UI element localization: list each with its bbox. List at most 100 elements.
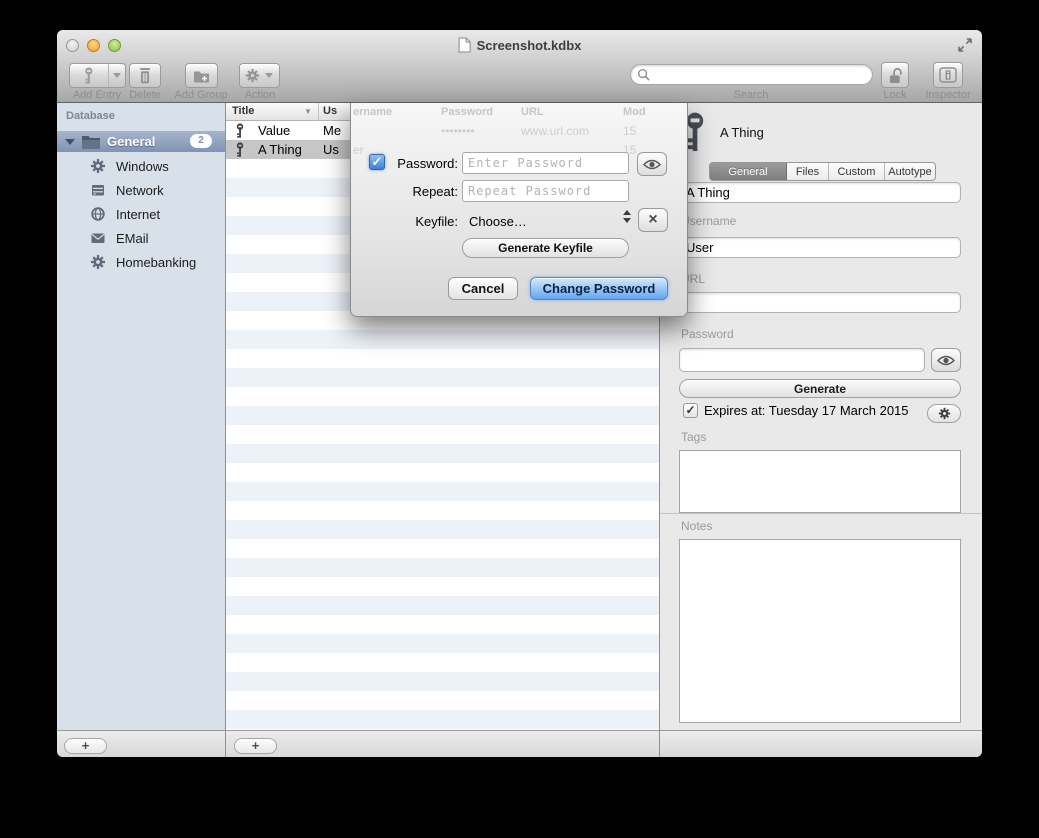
sidebar-item-email[interactable]: EMail (57, 228, 225, 248)
password-checkbox[interactable]: ✓ (369, 154, 385, 170)
change-password-sheet: ername Password URL Mod •••••••• www.url… (350, 103, 688, 317)
entry-count-badge: 2 (190, 134, 212, 148)
column-username[interactable]: Us (323, 105, 337, 117)
row-username: Me (323, 123, 341, 138)
gear-icon (938, 407, 951, 420)
inspector-label: Inspector (918, 89, 978, 101)
key-icon (236, 123, 244, 139)
password-input[interactable] (462, 152, 629, 174)
delete-label: Delete (127, 89, 163, 101)
disclosure-triangle-icon[interactable] (65, 139, 75, 145)
show-password-button[interactable] (931, 348, 961, 372)
key-icon (83, 67, 95, 85)
show-password-button[interactable] (637, 152, 667, 176)
repeat-input[interactable] (462, 180, 629, 202)
chevron-down-icon (113, 73, 121, 78)
faded-password-header: Password (441, 106, 493, 118)
add-entry-plus-button[interactable]: + (234, 738, 277, 754)
sidebar-item-windows[interactable]: Windows (57, 156, 225, 176)
fullscreen-icon[interactable] (958, 38, 972, 52)
tab-autotype[interactable]: Autotype (885, 163, 935, 180)
expires-checkbox[interactable]: ✓ (683, 403, 698, 418)
row-title: A Thing (258, 142, 302, 157)
key-icon (236, 142, 244, 158)
clear-keyfile-button[interactable]: × (638, 208, 668, 232)
faded-modified-header: Mod (623, 106, 646, 118)
section-divider (660, 513, 982, 514)
cancel-button[interactable]: Cancel (448, 277, 518, 300)
password-label: Password: (387, 156, 458, 171)
window-title-group: Screenshot.kdbx (458, 37, 582, 53)
sidebar-header: Database (66, 110, 115, 122)
change-password-button[interactable]: Change Password (530, 277, 668, 300)
tab-custom[interactable]: Custom (829, 163, 885, 180)
tab-general[interactable]: General (710, 163, 787, 180)
bottom-bar: + + (57, 730, 982, 757)
gear-icon (90, 254, 106, 270)
folder-plus-icon (193, 69, 210, 83)
generate-password-button[interactable]: Generate (679, 379, 961, 398)
minimize-button[interactable] (87, 39, 100, 52)
add-group-label: Add Group (167, 89, 235, 101)
sidebar-item-label: Network (116, 183, 164, 198)
keyfile-popup[interactable]: Choose… (469, 214, 527, 229)
title-field[interactable] (679, 182, 961, 203)
inspector-button[interactable] (933, 62, 963, 88)
lock-label: Lock (875, 89, 915, 101)
inspector-tabs: General Files Custom Autotype (709, 162, 936, 181)
folder-icon (81, 134, 101, 149)
server-icon (90, 182, 106, 198)
add-entry-dropdown[interactable] (108, 64, 125, 87)
close-button[interactable] (66, 39, 79, 52)
notes-label: Notes (681, 519, 712, 533)
action-dropdown[interactable] (260, 64, 278, 87)
row-title: Value (258, 123, 290, 138)
sidebar-item-label: Homebanking (116, 255, 196, 270)
faded-password-value: •••••••• (441, 124, 475, 138)
add-group-button[interactable] (185, 63, 218, 88)
sidebar-item-homebanking[interactable]: Homebanking (57, 252, 225, 272)
sidebar-divider[interactable] (225, 103, 226, 757)
info-icon (939, 67, 957, 83)
globe-icon (90, 206, 106, 222)
sidebar-item-label: Windows (116, 159, 169, 174)
popup-stepper-icon[interactable] (623, 210, 631, 223)
url-field[interactable] (679, 292, 961, 313)
password-field[interactable] (679, 348, 925, 372)
column-divider[interactable] (318, 103, 319, 121)
search-input[interactable] (630, 64, 873, 85)
username-field[interactable] (679, 237, 961, 258)
repeat-label: Repeat: (387, 184, 458, 199)
sidebar-item-internet[interactable]: Internet (57, 204, 225, 224)
faded-username-value: er (353, 143, 364, 157)
notes-field[interactable] (679, 539, 961, 723)
tab-files[interactable]: Files (787, 163, 829, 180)
gear-icon (245, 68, 260, 83)
toolbar: Add Entry Delete Add Group Action Search… (57, 60, 982, 103)
eye-icon (643, 159, 661, 170)
lock-button[interactable] (881, 62, 909, 88)
faded-modified-value: 15 (623, 124, 636, 138)
search-label: Search (721, 89, 781, 101)
document-icon (458, 37, 471, 53)
column-title[interactable]: Title (232, 105, 254, 117)
tags-field[interactable] (679, 450, 961, 513)
expires-row: ✓ Expires at: Tuesday 17 March 2015 (683, 403, 909, 418)
faded-username-header: ername (353, 106, 392, 118)
add-group-plus-button[interactable]: + (64, 738, 107, 754)
action-button[interactable] (239, 63, 280, 88)
add-entry-button[interactable] (69, 63, 126, 88)
generate-keyfile-button[interactable]: Generate Keyfile (462, 238, 629, 258)
sidebar-item-network[interactable]: Network (57, 180, 225, 200)
gear-icon (90, 158, 106, 174)
sidebar-item-label: EMail (116, 231, 149, 246)
tags-label: Tags (681, 430, 706, 444)
add-entry-label: Add Entry (65, 89, 129, 101)
envelope-icon (90, 230, 106, 246)
trash-icon (138, 67, 152, 84)
zoom-button[interactable] (108, 39, 121, 52)
sidebar-group-general[interactable]: General 2 (57, 131, 225, 152)
inspector-entry-title: A Thing (720, 125, 764, 140)
expires-settings-button[interactable] (927, 404, 961, 423)
delete-button[interactable] (129, 63, 161, 88)
